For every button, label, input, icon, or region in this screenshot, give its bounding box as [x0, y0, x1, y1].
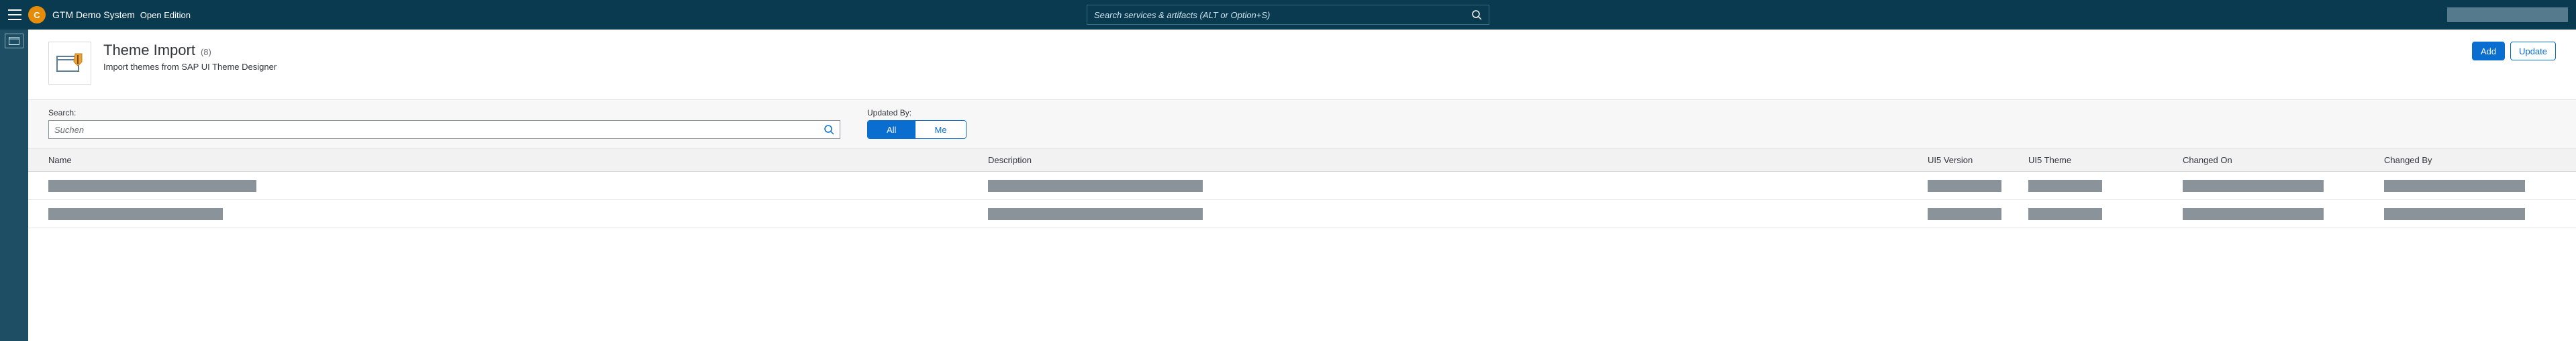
page-subtitle: Import themes from SAP UI Theme Designer: [103, 62, 277, 72]
col-ui5-theme[interactable]: UI5 Theme: [2028, 155, 2183, 165]
filter-updatedby-group: Updated By: All Me: [867, 108, 967, 139]
cell-placeholder: [48, 208, 223, 220]
table-header: Name Description UI5 Version UI5 Theme C…: [28, 149, 2576, 172]
cell-placeholder: [2183, 180, 2324, 192]
avatar-initial: C: [34, 10, 40, 20]
col-description[interactable]: Description: [988, 155, 1928, 165]
filter-bar: Search: Updated By: All Me: [28, 99, 2576, 149]
add-button[interactable]: Add: [2472, 42, 2505, 60]
avatar[interactable]: C: [28, 6, 46, 23]
col-ui5-version[interactable]: UI5 Version: [1928, 155, 2028, 165]
cell-placeholder: [2028, 180, 2102, 192]
page-actions: Add Update: [2472, 42, 2556, 60]
cell-placeholder: [2384, 180, 2525, 192]
cell-placeholder: [988, 208, 1203, 220]
seg-all[interactable]: All: [868, 121, 915, 138]
page-header: Theme Import (8) Import themes from SAP …: [28, 30, 2576, 99]
cell-placeholder: [1928, 180, 2001, 192]
updated-by-label: Updated By:: [867, 108, 967, 117]
edition-label: Open Edition: [140, 10, 191, 20]
cell-placeholder: [1928, 208, 2001, 220]
update-button[interactable]: Update: [2510, 42, 2556, 60]
page-titles: Theme Import (8) Import themes from SAP …: [103, 42, 277, 72]
themes-table: Name Description UI5 Version UI5 Theme C…: [28, 149, 2576, 228]
cell-placeholder: [2028, 208, 2102, 220]
shell-bar: C GTM Demo System Open Edition: [0, 0, 2576, 30]
main-content: Theme Import (8) Import themes from SAP …: [28, 30, 2576, 341]
search-field: [48, 120, 840, 139]
cell-placeholder: [48, 180, 256, 192]
page-title-text: Theme Import: [103, 42, 195, 59]
left-rail: [0, 30, 28, 341]
page-title: Theme Import (8): [103, 42, 277, 59]
page-icon: [48, 42, 91, 85]
search-icon[interactable]: [1471, 9, 1482, 20]
col-name[interactable]: Name: [48, 155, 988, 165]
updated-by-segmented: All Me: [867, 120, 967, 139]
shell-right: [2447, 7, 2568, 22]
shell-search: [1087, 5, 1489, 25]
cell-placeholder: [988, 180, 1203, 192]
filter-search-group: Search:: [48, 108, 840, 139]
search-input[interactable]: [54, 125, 824, 135]
col-changed-on[interactable]: Changed On: [2183, 155, 2384, 165]
system-name: GTM Demo System: [52, 9, 135, 20]
search-icon[interactable]: [824, 124, 834, 135]
page-count: (8): [201, 47, 211, 57]
shell-right-placeholder: [2447, 7, 2568, 22]
search-label: Search:: [48, 108, 840, 117]
seg-me[interactable]: Me: [915, 121, 965, 138]
theme-import-icon: [56, 52, 83, 74]
rail-workspace-icon[interactable]: [5, 34, 23, 48]
shell-title: GTM Demo System Open Edition: [52, 9, 191, 20]
menu-icon[interactable]: [8, 9, 21, 20]
cell-placeholder: [2183, 208, 2324, 220]
cell-placeholder: [2384, 208, 2525, 220]
table-row[interactable]: [28, 172, 2576, 200]
shell-search-input[interactable]: [1094, 10, 1471, 20]
col-changed-by[interactable]: Changed By: [2384, 155, 2556, 165]
table-row[interactable]: [28, 200, 2576, 228]
